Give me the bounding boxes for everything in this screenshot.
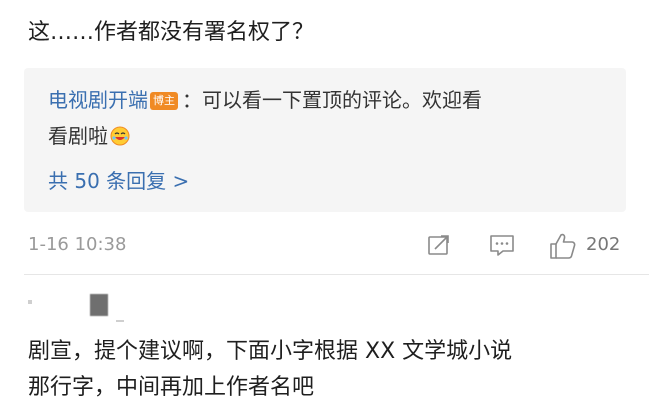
share-icon (428, 235, 449, 255)
reply-text-part2: 看剧啦 (48, 124, 108, 148)
commenter-row[interactable] (28, 294, 188, 328)
second-comment-line2: 那行字，中间再加上作者名吧 (28, 375, 315, 400)
commenter-mark (28, 300, 32, 304)
reply-box[interactable]: 电视剧开端 博主 ：可以看一下置顶的评论。欢迎看 看剧啦 共 50 条回复 > (24, 68, 626, 212)
laughing-face-icon (110, 121, 130, 146)
timestamp: 1-16 10:38 (28, 234, 127, 255)
comment-icon (490, 235, 514, 256)
second-comment-line1: 剧宣，提个建议啊，下面小字根据 XX 文学城小说 (28, 339, 513, 364)
more-replies-link[interactable]: 共 50 条回复 > (48, 166, 189, 196)
thumbs-up-icon (550, 233, 576, 259)
blurred-avatar (90, 294, 108, 316)
comment-text: 这……作者都没有署名权了？ (28, 20, 315, 45)
author-badge: 博主 (150, 92, 178, 110)
like-count: 202 (586, 234, 621, 255)
like-button[interactable]: 202 (548, 232, 620, 259)
share-button[interactable] (426, 232, 452, 258)
divider (24, 274, 649, 275)
reply-author-link[interactable]: 电视剧开端 (48, 88, 148, 112)
comment-button[interactable] (488, 232, 516, 258)
second-comment-text: 剧宣，提个建议啊，下面小字根据 XX 文学城小说 那行字，中间再加上作者名吧 (28, 334, 628, 406)
commenter-underline (116, 320, 124, 322)
meta-row: 1-16 10:38 202 (28, 228, 628, 262)
reply-text-part1: ：可以看一下置顶的评论。欢迎看 (182, 88, 482, 112)
reply-content: 电视剧开端 博主 ：可以看一下置顶的评论。欢迎看 看剧啦 (48, 82, 608, 154)
